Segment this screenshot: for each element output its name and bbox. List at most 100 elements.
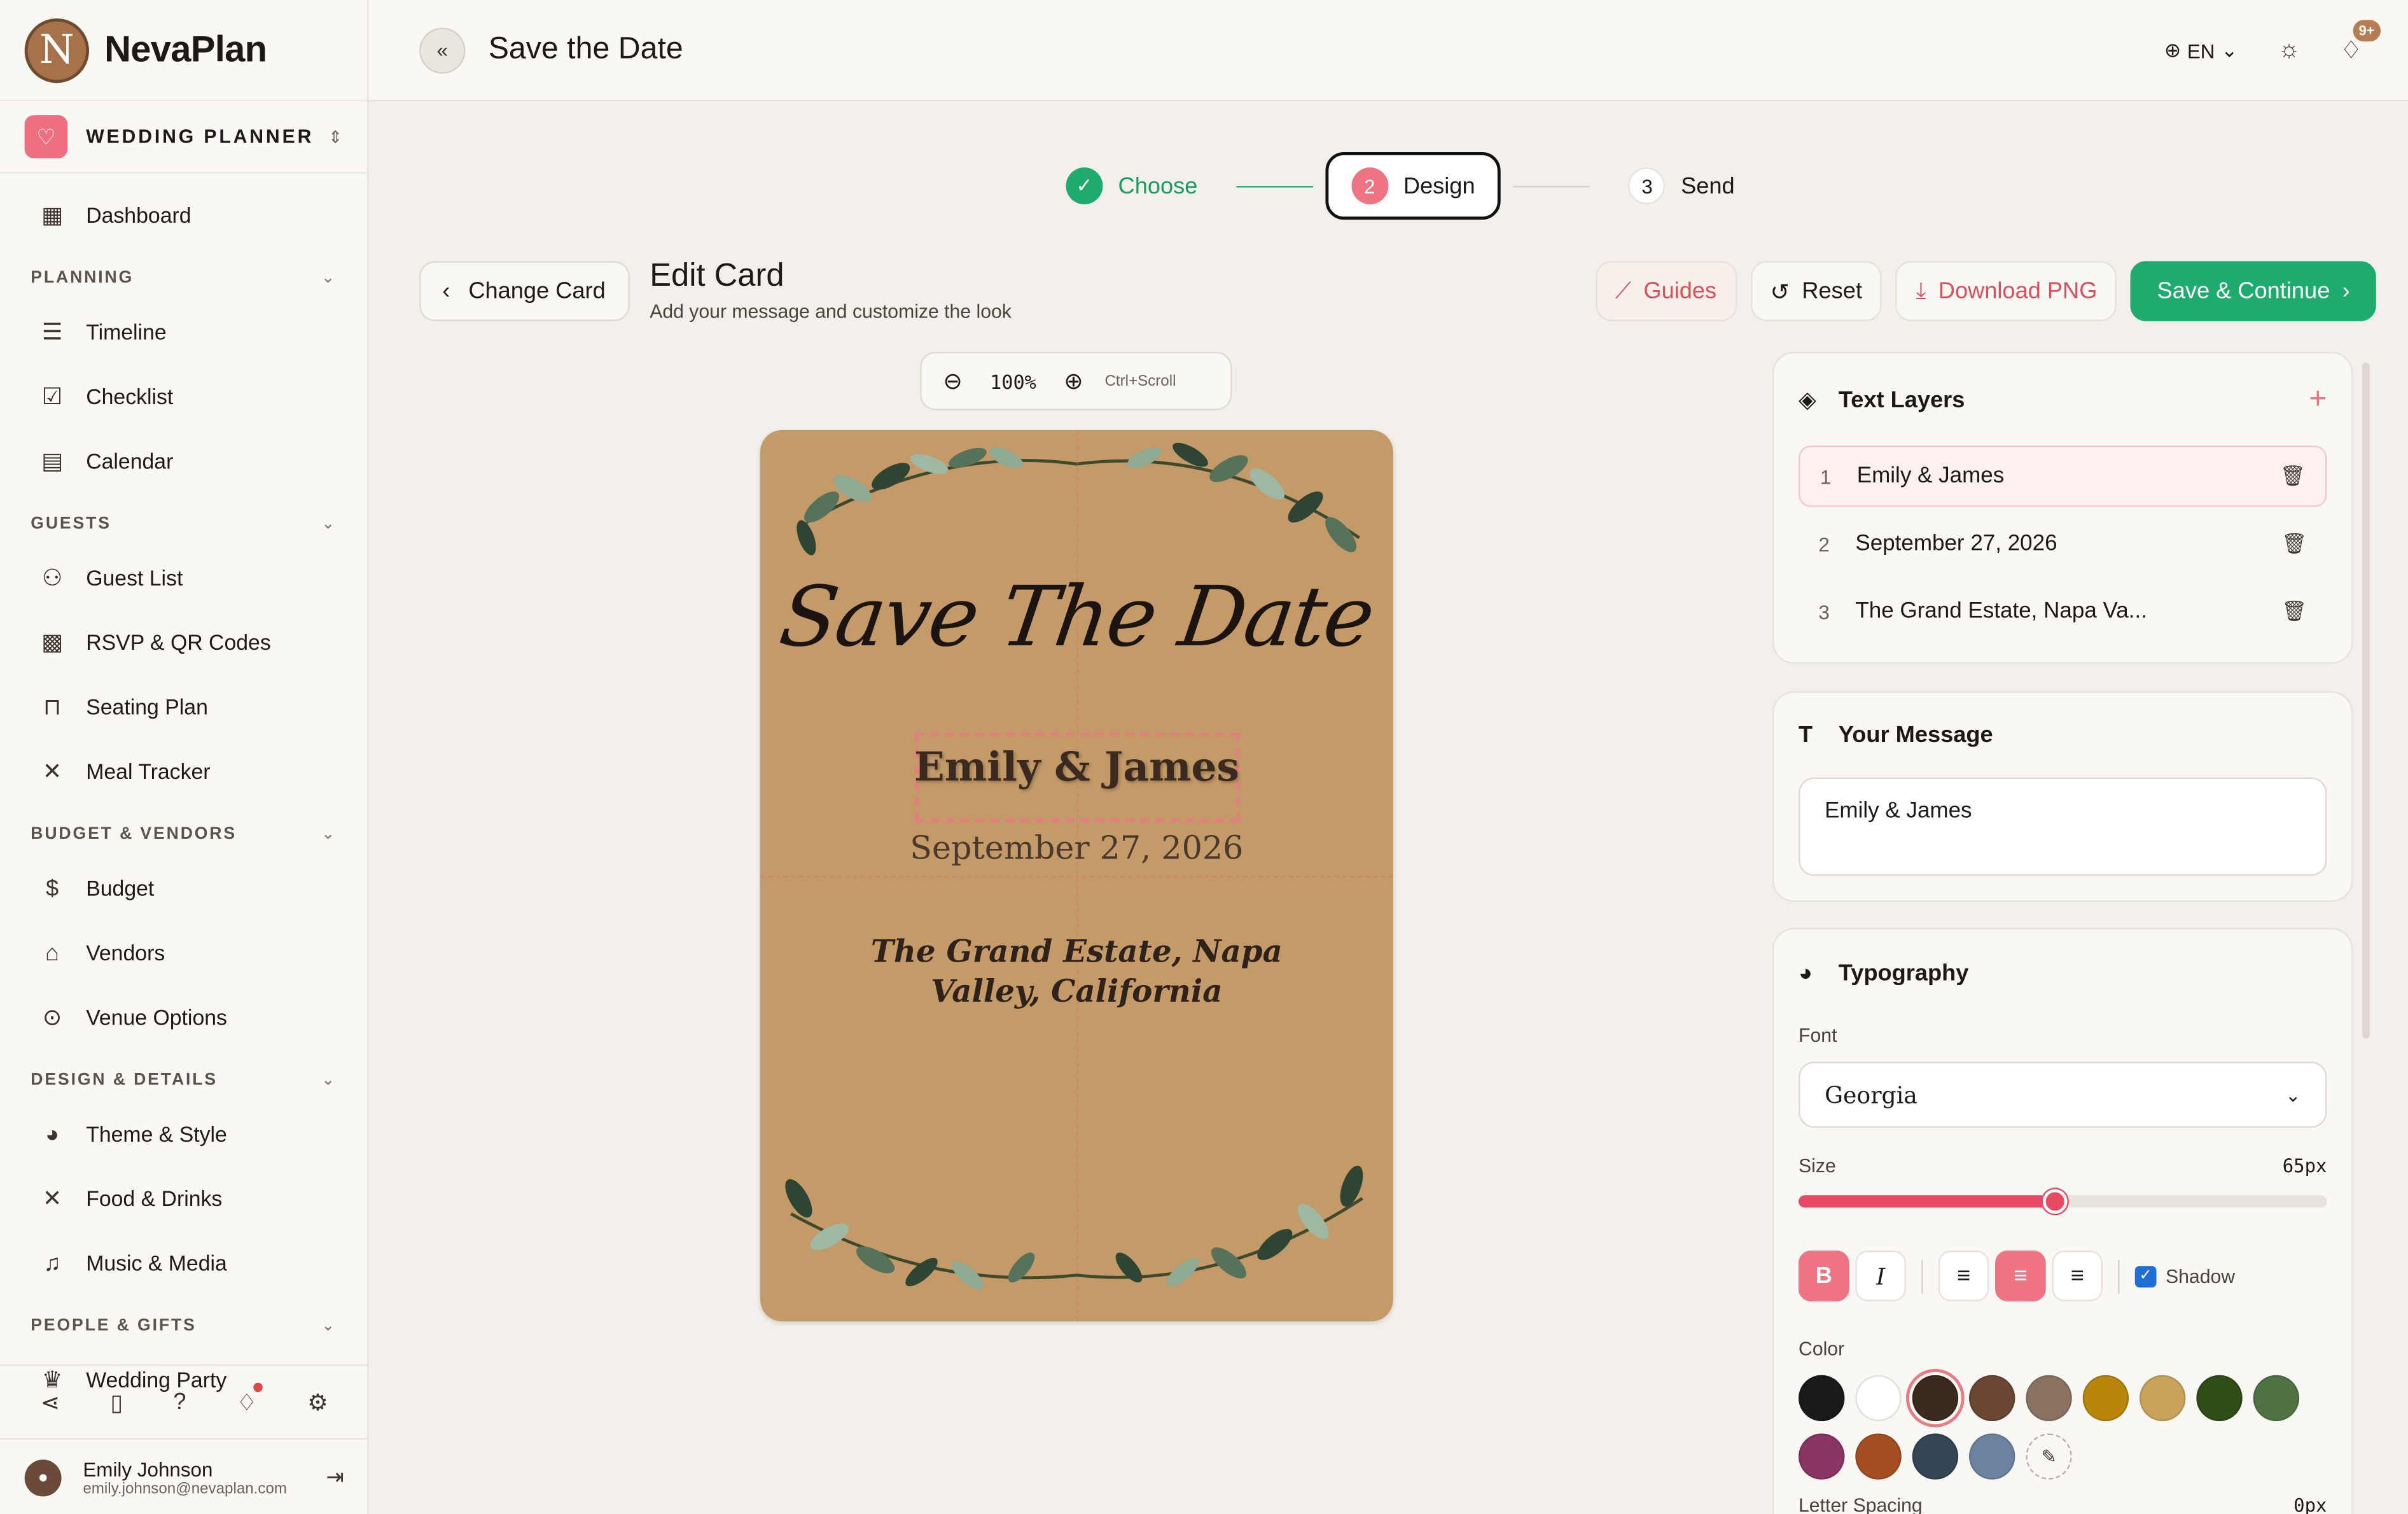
sidebar-item-calendar[interactable]: ▤ Calendar [0, 429, 367, 493]
planner-switcher[interactable]: ♡ WEDDING PLANNER ⇕ [0, 101, 367, 174]
trash-icon[interactable]: 🗑 [2281, 599, 2307, 624]
color-swatch[interactable] [2196, 1375, 2243, 1422]
help-icon[interactable]: ? [173, 1389, 186, 1415]
color-swatch[interactable] [1969, 1433, 2015, 1480]
sidebar-item-checklist[interactable]: ☑ Checklist [0, 364, 367, 428]
size-slider[interactable] [1799, 1189, 2327, 1214]
download-png-button[interactable]: ⤓ Download PNG [1896, 261, 2117, 321]
layer-item[interactable]: 3 The Grand Estate, Napa Va... 🗑 [1799, 581, 2327, 643]
section-title: DESIGN & DETAILS [31, 1070, 218, 1090]
section-guests[interactable]: GUESTS ⌄ [0, 502, 367, 545]
share-icon[interactable]: ⋖ [41, 1388, 60, 1416]
avatar: ● [24, 1459, 62, 1496]
document-icon[interactable]: ▯ [110, 1388, 123, 1416]
collapse-sidebar-button[interactable]: « [419, 27, 466, 73]
color-swatch[interactable] [2026, 1375, 2072, 1422]
sidebar-item-guest-list[interactable]: ⚇ Guest List [0, 545, 367, 610]
section-budget[interactable]: BUDGET & VENDORS ⌄ [0, 813, 367, 856]
divider [1921, 1259, 1923, 1293]
align-left-button[interactable]: ≡ [1938, 1251, 1989, 1301]
color-swatch[interactable] [2253, 1375, 2300, 1422]
sidebar-item-vendors[interactable]: ⌂ Vendors [0, 920, 367, 985]
panel-scrollbar[interactable] [2362, 362, 2370, 1039]
sidebar-item-food[interactable]: ✕ Food & Drinks [0, 1166, 367, 1230]
color-label: Color [1799, 1338, 1845, 1360]
bell-icon[interactable]: ♢ [237, 1382, 263, 1416]
align-center-button[interactable]: ≡ [1995, 1251, 2046, 1301]
sidebar-item-rsvp[interactable]: ▩ RSVP & QR Codes [0, 610, 367, 674]
sidebar-item-music[interactable]: ♫ Music & Media [0, 1231, 367, 1295]
card-venue[interactable]: The Grand Estate, Napa Valley, Californi… [822, 931, 1332, 1011]
size-slider-thumb[interactable] [2042, 1189, 2068, 1214]
color-swatch[interactable] [1799, 1375, 1845, 1422]
color-swatch[interactable] [1799, 1433, 1845, 1480]
users-icon: ⚇ [41, 565, 63, 592]
logout-icon[interactable]: ⇥ [326, 1464, 344, 1490]
section-people[interactable]: PEOPLE & GIFTS ⌄ [0, 1305, 367, 1348]
shadow-checkbox[interactable]: ✓ Shadow [2134, 1265, 2235, 1287]
layer-number: 1 [1820, 465, 1832, 488]
heart-icon: ♡ [24, 115, 68, 158]
theme-toggle-sun-icon[interactable]: ☼ [2278, 37, 2300, 64]
panel-title: Typography [1838, 959, 1969, 986]
color-swatch[interactable] [1969, 1375, 2015, 1422]
trash-icon[interactable]: 🗑 [2281, 531, 2307, 556]
change-card-button[interactable]: ‹ Change Card [419, 261, 630, 321]
section-design[interactable]: DESIGN & DETAILS ⌄ [0, 1058, 367, 1102]
user-profile[interactable]: ● Emily Johnson emily.johnson@nevaplan.c… [0, 1438, 369, 1514]
step-choose[interactable]: ✓ Choose [1066, 167, 1197, 205]
color-swatch[interactable] [2082, 1375, 2129, 1422]
sidebar-item-timeline[interactable]: ☰ Timeline [0, 300, 367, 364]
sidebar-item-budget[interactable]: $ Budget [0, 856, 367, 920]
color-swatch[interactable] [1912, 1375, 1959, 1422]
step-connector [1235, 185, 1313, 187]
color-swatch[interactable] [1855, 1433, 1902, 1480]
guides-button[interactable]: ⟋ Guides [1595, 261, 1737, 321]
sidebar-item-theme[interactable]: ◕ Theme & Style [0, 1102, 367, 1166]
bold-icon: B [1815, 1263, 1832, 1289]
align-right-button[interactable]: ≡ [2052, 1251, 2103, 1301]
dollar-icon: $ [46, 874, 59, 901]
layer-item[interactable]: 1 Emily & James 🗑 [1799, 445, 2327, 507]
sidebar-item-seating[interactable]: ⊓ Seating Plan [0, 675, 367, 739]
italic-button[interactable]: I [1855, 1251, 1907, 1301]
zoom-in-icon[interactable]: ⊕ [1064, 367, 1083, 395]
bold-button[interactable]: B [1799, 1251, 1849, 1301]
eyedropper-icon[interactable]: ✎ [2026, 1433, 2072, 1480]
align-right-icon: ≡ [2070, 1263, 2084, 1289]
brand[interactable]: N NevaPlan [0, 0, 367, 102]
card-canvas[interactable]: Save The Date Emily & James September 27… [760, 430, 1393, 1322]
size-label: Size [1799, 1155, 1836, 1177]
card-names[interactable]: Emily & James [760, 745, 1393, 791]
zoom-hint: Ctrl+Scroll [1104, 372, 1176, 389]
gear-icon[interactable]: ⚙ [307, 1388, 328, 1416]
reset-button[interactable]: ↺ Reset [1750, 261, 1883, 321]
language-select[interactable]: ⊕ EN ⌄ [2164, 38, 2238, 63]
color-swatch[interactable] [1855, 1375, 1902, 1422]
color-swatch[interactable] [2139, 1375, 2186, 1422]
zoom-out-icon[interactable]: ⊖ [943, 367, 962, 395]
center-guide-horizontal [760, 876, 1393, 878]
font-select[interactable]: Georgia ⌄ [1799, 1062, 2327, 1128]
align-center-icon: ≡ [2014, 1263, 2028, 1289]
qr-icon: ▩ [41, 629, 64, 656]
sidebar-item-meal[interactable]: ✕ Meal Tracker [0, 739, 367, 803]
sidebar-item-venue[interactable]: ⊙ Venue Options [0, 985, 367, 1049]
logo: N [24, 17, 90, 83]
color-swatch[interactable] [1912, 1433, 1959, 1480]
layer-item[interactable]: 2 September 27, 2026 🗑 [1799, 513, 2327, 575]
message-textarea[interactable]: Emily & James [1799, 777, 2327, 876]
save-continue-button[interactable]: Save & Continue › [2131, 261, 2376, 321]
sidebar-item-dashboard[interactable]: ▦ Dashboard [0, 183, 367, 247]
trash-icon[interactable]: 🗑 [2280, 464, 2306, 489]
step-send[interactable]: 3 Send [1629, 167, 1735, 205]
divider [2118, 1259, 2120, 1293]
notifications-bell-icon[interactable]: ♢ 9+ [2340, 17, 2384, 66]
sidebar-item-label: Timeline [86, 319, 167, 344]
step-design[interactable]: 2 Design [1325, 152, 1501, 220]
section-planning[interactable]: PLANNING ⌄ [0, 256, 367, 300]
grid-icon: ▦ [41, 202, 64, 229]
card-headline[interactable]: Save The Date [760, 568, 1393, 665]
add-layer-button[interactable]: + [2309, 382, 2327, 417]
card-date[interactable]: September 27, 2026 [760, 830, 1393, 867]
